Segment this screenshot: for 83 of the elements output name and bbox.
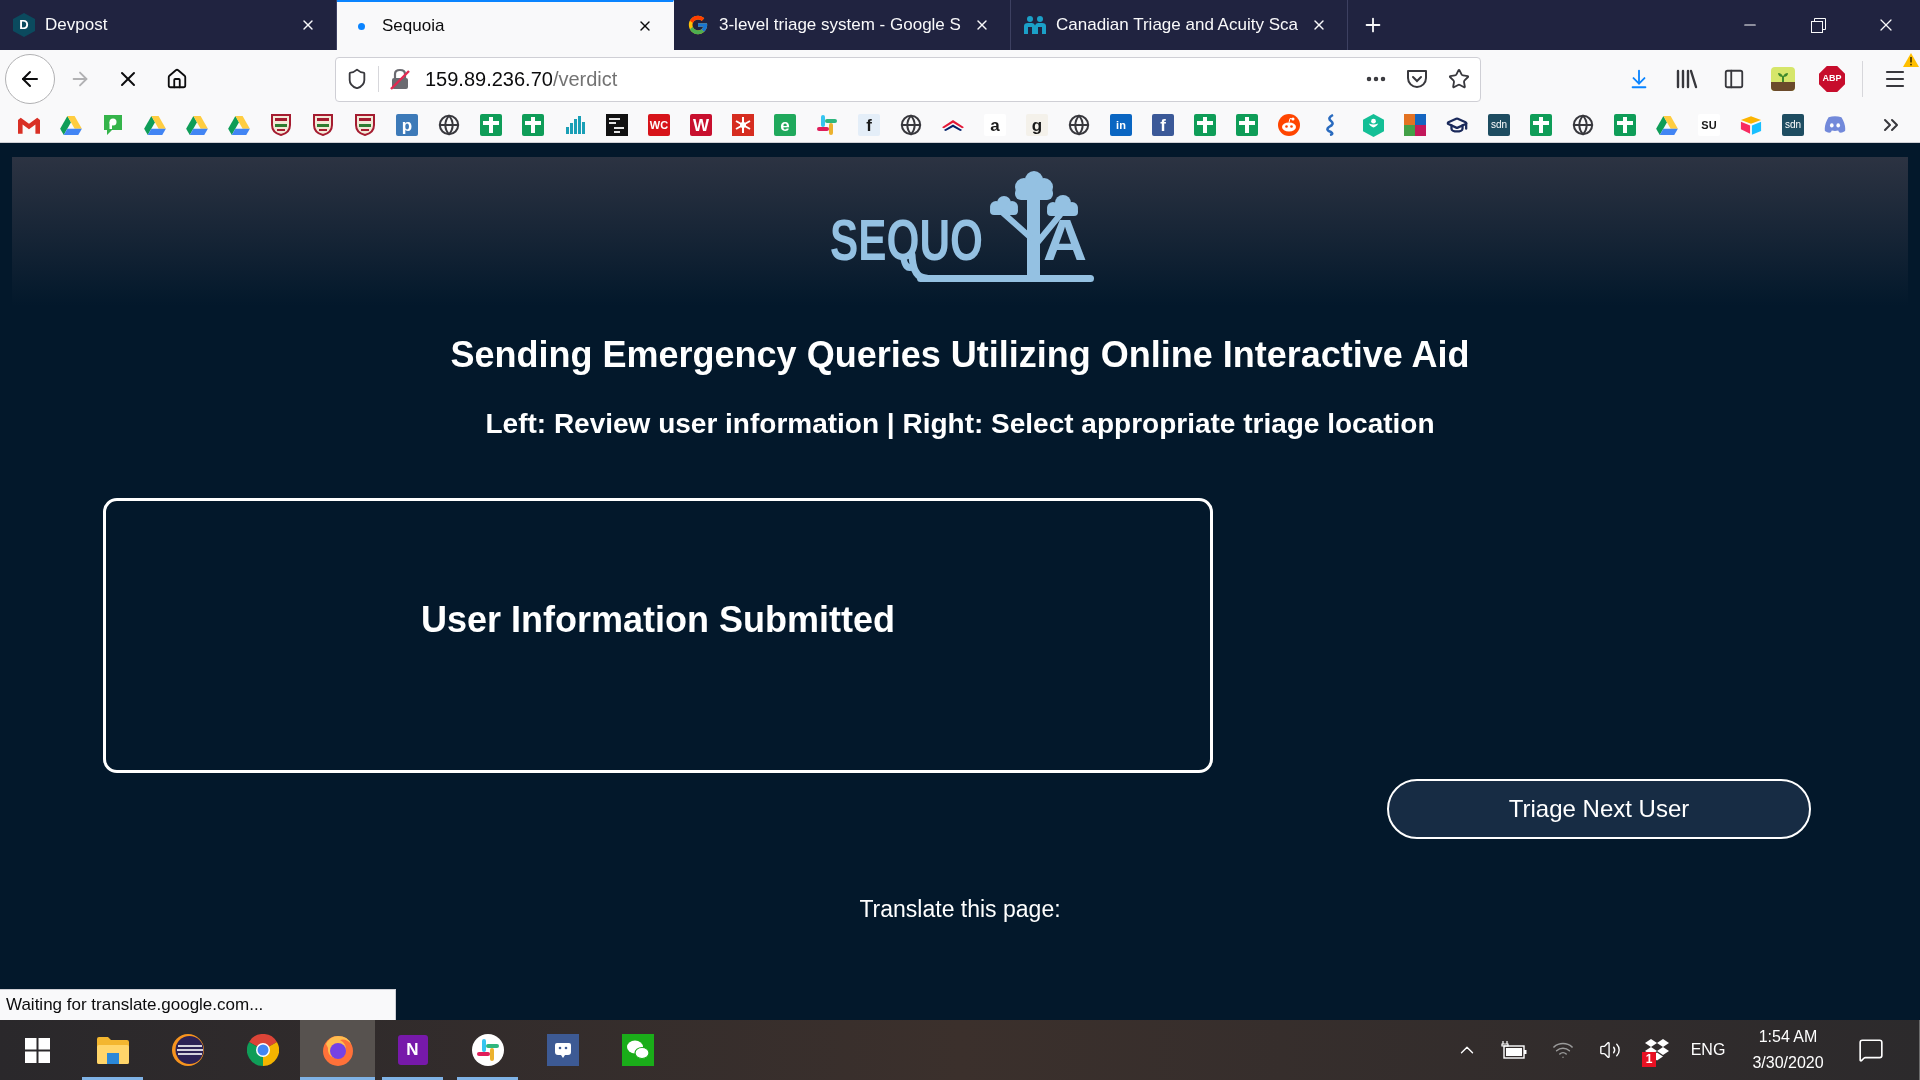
crest-icon[interactable] — [313, 114, 333, 136]
favicon-tile[interactable]: g — [1026, 114, 1048, 136]
taskbar-button[interactable]: N — [375, 1020, 450, 1080]
stacked-shapes-icon[interactable] — [1740, 115, 1762, 135]
alien-face-icon[interactable] — [1278, 114, 1300, 136]
extension-badge[interactable]: ABP — [1819, 66, 1845, 92]
app-tile: N — [397, 1035, 428, 1065]
globe-icon[interactable] — [1572, 114, 1594, 136]
bar-chart-icon[interactable] — [565, 116, 585, 134]
chat-bubbles-icon — [621, 1034, 654, 1066]
striped-flag-icon[interactable] — [942, 118, 964, 132]
people-icon — [1024, 16, 1046, 34]
bookmark-star-icon[interactable] — [1448, 68, 1470, 90]
start-icon[interactable] — [25, 1037, 50, 1063]
panel-heading: User Information Submitted — [421, 599, 895, 640]
favicon-tile[interactable]: f — [858, 114, 880, 136]
triangle-icon[interactable] — [60, 115, 82, 135]
ringed-ball-icon — [321, 1034, 354, 1066]
crest-icon[interactable] — [355, 114, 375, 136]
address-bar[interactable]: 159.89.236.70/verdict — [335, 56, 1481, 102]
favicon-tile[interactable]: f — [1152, 114, 1174, 136]
triangle-icon[interactable] — [186, 115, 208, 135]
notifications-icon[interactable] — [1858, 1037, 1884, 1063]
folder-icon — [96, 1036, 129, 1064]
sidebar-icon[interactable] — [1723, 68, 1745, 90]
triangle-icon[interactable] — [228, 115, 250, 135]
favicon-tile[interactable]: a — [984, 114, 1006, 136]
favicon-tile[interactable]: sdn — [1488, 114, 1510, 136]
browser-tab[interactable]: Sequoia — [337, 0, 674, 50]
favicon-tile[interactable]: WC — [648, 114, 670, 136]
controller-face-icon[interactable] — [1824, 116, 1846, 134]
back-button[interactable] — [5, 54, 55, 104]
hash-icon[interactable] — [816, 114, 838, 136]
triage-next-button[interactable]: Triage Next User — [1387, 779, 1811, 839]
pouch-icon[interactable] — [1406, 69, 1428, 89]
home-icon[interactable] — [166, 68, 188, 90]
notification-badge: 1 — [1642, 1052, 1656, 1067]
triangle-icon[interactable] — [144, 115, 166, 135]
favicon-tile[interactable]: sdn — [1782, 114, 1804, 136]
plus-icon[interactable] — [522, 114, 544, 136]
logo-text: SEQUO — [830, 207, 1040, 272]
restore-icon[interactable] — [1810, 17, 1826, 33]
crest-icon[interactable] — [271, 114, 291, 136]
g-logo-icon — [687, 14, 709, 36]
clock-time[interactable]: 1:54 AM — [1758, 1024, 1818, 1050]
insecure-lock-icon[interactable] — [390, 68, 410, 90]
globe-icon[interactable] — [438, 114, 460, 136]
color-grid-icon[interactable] — [1404, 114, 1426, 136]
segmented-ball-icon — [246, 1034, 279, 1066]
mail-icon[interactable] — [18, 116, 40, 134]
logo-text: A — [1043, 207, 1085, 272]
shield-icon[interactable] — [346, 68, 368, 90]
dark-tile-icon[interactable] — [606, 114, 628, 136]
favicon-tile[interactable]: SU — [1698, 114, 1720, 136]
hash-icon — [471, 1034, 504, 1066]
favicon-tile[interactable]: p — [396, 114, 418, 136]
volume-icon[interactable] — [1598, 1039, 1621, 1061]
triangle-icon[interactable] — [1656, 115, 1678, 135]
plus-icon[interactable] — [1194, 114, 1216, 136]
page-subtitle: Left: Review user information | Right: Select appropriate triage location — [485, 408, 1435, 439]
snowflake-icon[interactable] — [732, 114, 754, 136]
language-indicator[interactable]: ENG — [1682, 1020, 1734, 1080]
favicon-tile[interactable]: in — [1110, 114, 1132, 136]
globe-icon[interactable] — [900, 114, 922, 136]
plus-icon[interactable] — [1614, 114, 1636, 136]
clock-date[interactable]: 3/30/2020 — [1752, 1050, 1824, 1076]
plus-icon[interactable] — [1530, 114, 1552, 136]
plus-icon[interactable] — [1236, 114, 1258, 136]
plant-icon[interactable] — [1771, 67, 1795, 91]
globe-icon[interactable] — [1068, 114, 1090, 136]
translate-label: Translate this page: — [859, 896, 1061, 923]
page-title: Sending Emergency Queries Utilizing Online Interactive Aid — [450, 334, 1470, 375]
plus-icon[interactable] — [480, 114, 502, 136]
favicon-tile[interactable]: W — [690, 114, 712, 136]
helix-icon[interactable] — [1325, 114, 1337, 136]
tab-favicon: D — [13, 13, 35, 37]
striped-circle-icon — [171, 1034, 204, 1066]
library-icon[interactable] — [1676, 69, 1698, 89]
status-tooltip: Waiting for translate.google.com... — [0, 989, 396, 1020]
speech-bubble-icon[interactable] — [103, 114, 123, 136]
chat-tile-icon — [546, 1034, 579, 1066]
graduation-cap-icon[interactable] — [1446, 114, 1468, 136]
battery-icon[interactable] — [1501, 1041, 1527, 1059]
